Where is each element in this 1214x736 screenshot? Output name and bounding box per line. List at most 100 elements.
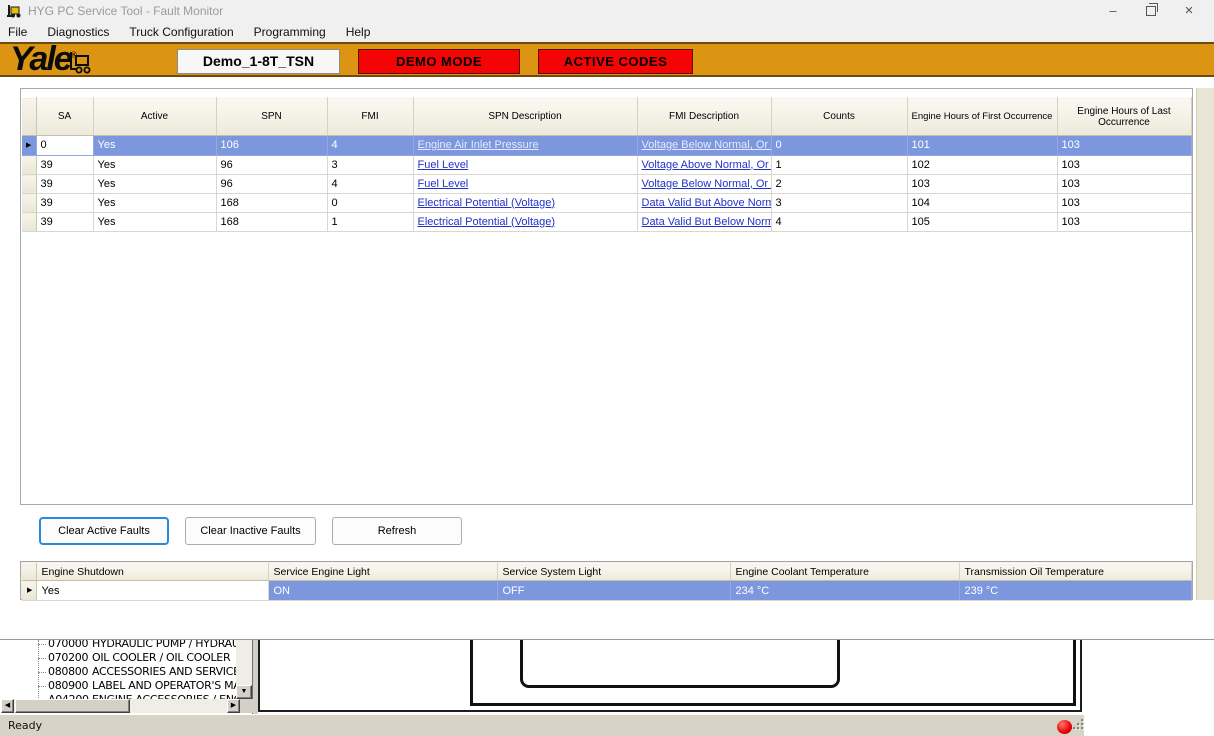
cell-first_occurrence[interactable]: 105 (907, 213, 1057, 232)
spn-description-link[interactable]: Fuel Level (418, 159, 469, 171)
cell-fmi_description[interactable]: Voltage Above Normal, Or Shor... (637, 156, 771, 175)
cell-sa[interactable]: 39 (36, 213, 93, 232)
close-icon[interactable]: × (1172, 0, 1206, 22)
status-row[interactable]: ▶YesONOFF234 °C239 °C (22, 581, 1191, 601)
fault-row[interactable]: 39Yes1681 Electrical Potential (Voltage) D… (22, 213, 1191, 232)
cell-sa[interactable]: 0 (36, 136, 93, 156)
fmi-description-link[interactable]: Data Valid But Above Normal O... (642, 197, 772, 209)
cell-spn[interactable]: 96 (216, 156, 327, 175)
cell-first_occurrence[interactable]: 103 (907, 175, 1057, 194)
row-selector[interactable]: ▶ (22, 581, 36, 601)
status-value-service-system-light[interactable]: OFF (497, 581, 730, 601)
spn-description-link[interactable]: Electrical Potential (Voltage) (418, 216, 556, 228)
cell-counts[interactable]: 1 (771, 156, 907, 175)
menu-item-diagnostics[interactable]: Diagnostics (37, 22, 119, 42)
cell-fmi_description[interactable]: Data Valid But Above Normal O... (637, 194, 771, 213)
cell-last_occurrence[interactable]: 103 (1057, 156, 1191, 175)
cell-active[interactable]: Yes (93, 175, 216, 194)
cell-fmi_description[interactable]: Voltage Below Normal, Or Short... (637, 136, 771, 156)
spn-description-link[interactable]: Fuel Level (418, 178, 469, 190)
tree-item-070200[interactable]: 070200OIL COOLER / OIL COOLER (0, 651, 236, 665)
menu-item-truck-configuration[interactable]: Truck Configuration (119, 22, 243, 42)
cell-active[interactable]: Yes (93, 213, 216, 232)
cell-sa[interactable]: 39 (36, 194, 93, 213)
cell-last_occurrence[interactable]: 103 (1057, 194, 1191, 213)
cell-last_occurrence[interactable]: 103 (1057, 136, 1191, 156)
row-selector[interactable] (22, 175, 36, 194)
cell-spn[interactable]: 106 (216, 136, 327, 156)
cell-fmi[interactable]: 0 (327, 194, 413, 213)
scroll-down-icon[interactable]: ▼ (236, 685, 252, 699)
truck-model-button[interactable]: Demo_1-8T_TSN (177, 49, 340, 74)
column-header-active[interactable]: Active (93, 98, 216, 136)
refresh-button[interactable]: Refresh (332, 517, 462, 545)
cell-spn_description[interactable]: Electrical Potential (Voltage) (413, 194, 637, 213)
cell-sa[interactable]: 39 (36, 156, 93, 175)
fmi-description-link[interactable]: Voltage Below Normal, Or Short... (642, 139, 772, 151)
cell-counts[interactable]: 2 (771, 175, 907, 194)
cell-counts[interactable]: 4 (771, 213, 907, 232)
fault-row[interactable]: 39Yes1680 Electrical Potential (Voltage) D… (22, 194, 1191, 213)
menu-item-file[interactable]: File (0, 22, 37, 42)
cell-fmi[interactable]: 3 (327, 156, 413, 175)
column-header-counts[interactable]: Counts (771, 98, 907, 136)
cell-last_occurrence[interactable]: 103 (1057, 213, 1191, 232)
menu-item-help[interactable]: Help (336, 22, 381, 42)
column-header-engine-hours-of-first-occurrence[interactable]: Engine Hours of First Occurrence (907, 98, 1057, 136)
column-header-fmi-description[interactable]: FMI Description (637, 98, 771, 136)
cell-spn_description[interactable]: Engine Air Inlet Pressure (413, 136, 637, 156)
cell-first_occurrence[interactable]: 104 (907, 194, 1057, 213)
row-selector[interactable] (22, 156, 36, 175)
tree-item-070000[interactable]: 070000HYDRAULIC PUMP / HYDRAULIC P (0, 640, 236, 651)
status-value-engine-shutdown[interactable]: Yes (36, 581, 268, 601)
tree-item-080900[interactable]: 080900LABEL AND OPERATOR'S MANUA (0, 679, 236, 693)
column-header-engine-shutdown[interactable]: Engine Shutdown (36, 564, 268, 581)
cell-counts[interactable]: 0 (771, 136, 907, 156)
fault-row[interactable]: 39Yes963 Fuel Level Voltage Above Normal, … (22, 156, 1191, 175)
column-header-engine-coolant-temperature[interactable]: Engine Coolant Temperature (730, 564, 959, 581)
resize-grip[interactable] (1072, 718, 1085, 731)
cell-spn_description[interactable]: Electrical Potential (Voltage) (413, 213, 637, 232)
fault-row[interactable]: 39Yes964 Fuel Level Voltage Below Normal, … (22, 175, 1191, 194)
restore-icon[interactable] (1134, 0, 1168, 22)
tree-item-080800[interactable]: 080800ACCESSORIES AND SERVICE PAR (0, 665, 236, 679)
clear-active-faults-button[interactable]: Clear Active Faults (39, 517, 169, 545)
status-value-engine-coolant-temperature[interactable]: 234 °C (730, 581, 959, 601)
column-header-spn[interactable]: SPN (216, 98, 327, 136)
cell-active[interactable]: Yes (93, 136, 216, 156)
cell-active[interactable]: Yes (93, 156, 216, 175)
menu-item-programming[interactable]: Programming (244, 22, 336, 42)
cell-spn_description[interactable]: Fuel Level (413, 175, 637, 194)
cell-active[interactable]: Yes (93, 194, 216, 213)
column-header-service-engine-light[interactable]: Service Engine Light (268, 564, 497, 581)
column-header-transmission-oil-temperature[interactable]: Transmission Oil Temperature (959, 564, 1191, 581)
cell-fmi[interactable]: 4 (327, 136, 413, 156)
spn-description-link[interactable]: Engine Air Inlet Pressure (418, 139, 539, 151)
cell-fmi_description[interactable]: Data Valid But Below Normal Op... (637, 213, 771, 232)
row-selector[interactable]: ▶ (22, 136, 36, 156)
cell-spn_description[interactable]: Fuel Level (413, 156, 637, 175)
cell-spn[interactable]: 168 (216, 213, 327, 232)
cell-spn[interactable]: 168 (216, 194, 327, 213)
cell-fmi_description[interactable]: Voltage Below Normal, Or Short... (637, 175, 771, 194)
spn-description-link[interactable]: Electrical Potential (Voltage) (418, 197, 556, 209)
fmi-description-link[interactable]: Data Valid But Below Normal Op... (642, 216, 772, 228)
clear-inactive-faults-button[interactable]: Clear Inactive Faults (185, 517, 316, 545)
row-selector[interactable] (22, 194, 36, 213)
status-value-transmission-oil-temperature[interactable]: 239 °C (959, 581, 1191, 601)
cell-spn[interactable]: 96 (216, 175, 327, 194)
fmi-description-link[interactable]: Voltage Below Normal, Or Short... (642, 178, 772, 190)
cell-fmi[interactable]: 4 (327, 175, 413, 194)
scrollbar-thumb[interactable] (15, 699, 130, 713)
status-value-service-engine-light[interactable]: ON (268, 581, 497, 601)
cell-fmi[interactable]: 1 (327, 213, 413, 232)
cell-last_occurrence[interactable]: 103 (1057, 175, 1191, 194)
cell-counts[interactable]: 3 (771, 194, 907, 213)
row-selector[interactable] (22, 213, 36, 232)
fmi-description-link[interactable]: Voltage Above Normal, Or Shor... (642, 159, 772, 171)
column-header-sa[interactable]: SA (36, 98, 93, 136)
scroll-left-icon[interactable]: ◀ (1, 699, 14, 713)
column-header-spn-description[interactable]: SPN Description (413, 98, 637, 136)
column-header-fmi[interactable]: FMI (327, 98, 413, 136)
cell-sa[interactable]: 39 (36, 175, 93, 194)
